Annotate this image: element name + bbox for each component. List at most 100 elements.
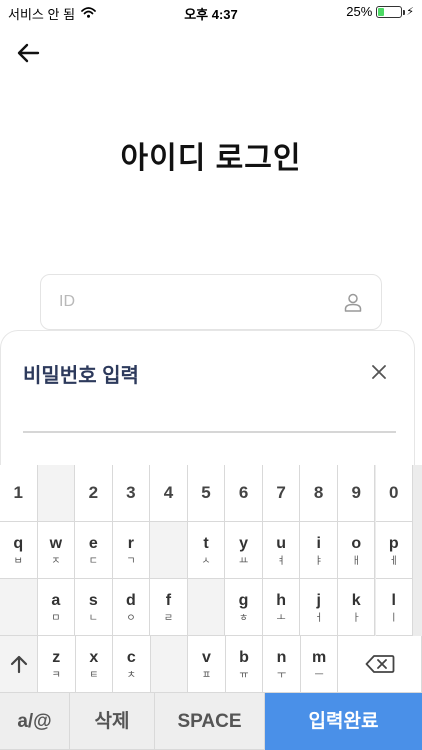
key-sublabel: ㅁ <box>51 613 61 624</box>
key-m[interactable]: mㅡ <box>300 636 339 693</box>
key-sublabel: ㅓ <box>314 613 324 624</box>
key-a[interactable]: aㅁ <box>37 579 76 636</box>
back-button[interactable] <box>14 38 44 68</box>
key-label: r <box>127 535 135 552</box>
key-x[interactable]: xㅌ <box>75 636 114 693</box>
key-z[interactable]: zㅋ <box>38 636 76 693</box>
delete-key[interactable]: 삭제 <box>70 693 155 750</box>
shift-key[interactable] <box>0 636 38 693</box>
key-sublabel: ㅎ <box>238 613 249 624</box>
password-sheet-title: 비밀번호 입력 <box>23 365 139 387</box>
key-sublabel: ㅜ <box>276 670 287 681</box>
key-label: e <box>88 535 98 552</box>
key-7[interactable]: 7 <box>262 465 301 522</box>
key-r[interactable]: rㄱ <box>112 522 151 579</box>
id-field[interactable] <box>40 274 382 330</box>
key-label: 4 <box>163 483 174 502</box>
key-v[interactable]: vㅍ <box>188 636 226 693</box>
key-q[interactable]: qㅂ <box>0 522 38 579</box>
password-input[interactable] <box>23 397 396 433</box>
key-y[interactable]: yㅛ <box>225 522 263 579</box>
key-label: s <box>88 592 98 609</box>
key-sublabel: ㄴ <box>88 613 98 624</box>
key-d[interactable]: dㅇ <box>112 579 151 636</box>
key-label: w <box>49 535 63 552</box>
battery-icon <box>376 5 406 18</box>
key-sublabel: ㅡ <box>314 670 324 681</box>
key-n[interactable]: nㅜ <box>263 636 301 693</box>
done-key[interactable]: 입력완료 <box>265 693 422 750</box>
key-1[interactable]: 1 <box>0 465 38 522</box>
key-l[interactable]: lㅣ <box>375 579 414 636</box>
key-sublabel: ㅂ <box>13 556 23 567</box>
key-6[interactable]: 6 <box>225 465 263 522</box>
key-g[interactable]: gㅎ <box>225 579 263 636</box>
key-empty <box>37 465 76 522</box>
key-sublabel: ㅋ <box>51 670 61 681</box>
close-icon <box>372 365 386 379</box>
key-0[interactable]: 0 <box>375 465 414 522</box>
battery-percent: 25% <box>346 4 373 19</box>
key-label: k <box>351 592 361 609</box>
key-e[interactable]: eㄷ <box>75 522 113 579</box>
key-empty <box>150 522 188 579</box>
key-label: m <box>312 649 327 666</box>
key-o[interactable]: oㅐ <box>337 522 376 579</box>
key-label: c <box>126 649 136 666</box>
key-sublabel: ㅑ <box>314 556 324 567</box>
close-button[interactable] <box>368 361 390 383</box>
key-h[interactable]: hㅗ <box>262 579 301 636</box>
key-p[interactable]: pㅔ <box>375 522 414 579</box>
user-icon <box>344 293 362 312</box>
password-sheet: 비밀번호 입력 <box>0 330 415 470</box>
key-label: 0 <box>389 483 399 502</box>
key-t[interactable]: tㅅ <box>187 522 226 579</box>
key-sublabel: ㄷ <box>88 556 98 567</box>
key-label: f <box>165 592 172 609</box>
key-sublabel: ㅠ <box>239 670 249 681</box>
key-sublabel: ㅈ <box>51 556 61 567</box>
key-sublabel: ㄹ <box>163 613 174 624</box>
key-empty <box>187 579 226 636</box>
key-w[interactable]: wㅈ <box>37 522 76 579</box>
backspace-key[interactable] <box>338 636 422 693</box>
key-5[interactable]: 5 <box>187 465 226 522</box>
space-key[interactable]: SPACE <box>155 693 265 750</box>
key-label: y <box>239 535 249 552</box>
key-label: d <box>126 592 136 609</box>
key-9[interactable]: 9 <box>337 465 376 522</box>
delete-label: 삭제 <box>94 711 130 732</box>
key-2[interactable]: 2 <box>75 465 113 522</box>
battery-fill <box>378 7 384 16</box>
key-j[interactable]: jㅓ <box>300 579 338 636</box>
key-label: 6 <box>238 483 249 502</box>
key-label: j <box>316 592 321 609</box>
key-c[interactable]: cㅊ <box>113 636 151 693</box>
key-b[interactable]: bㅠ <box>225 636 264 693</box>
key-4[interactable]: 4 <box>150 465 188 522</box>
key-s[interactable]: sㄴ <box>75 579 113 636</box>
key-label: g <box>238 592 249 609</box>
key-f[interactable]: fㄹ <box>150 579 188 636</box>
key-label: 9 <box>351 483 361 502</box>
key-8[interactable]: 8 <box>300 465 338 522</box>
arrow-up-icon <box>10 655 27 674</box>
key-sublabel: ㅅ <box>201 556 211 567</box>
id-input[interactable] <box>59 275 329 329</box>
key-sublabel: ㅕ <box>276 556 286 567</box>
key-label: z <box>52 649 61 666</box>
mode-switch-key[interactable]: a/@ <box>0 693 70 750</box>
keyboard: a/@ 삭제 SPACE 입력완료 1234567890qㅂwㅈeㄷrㄱtㅅyㅛ… <box>0 465 422 750</box>
status-right: 25% ⚡ <box>346 4 414 19</box>
key-label: x <box>89 649 99 666</box>
key-k[interactable]: kㅏ <box>337 579 376 636</box>
key-label: 2 <box>88 483 99 502</box>
key-i[interactable]: iㅑ <box>300 522 338 579</box>
key-label: a <box>51 592 61 609</box>
key-u[interactable]: uㅕ <box>262 522 301 579</box>
key-3[interactable]: 3 <box>112 465 151 522</box>
key-label: u <box>276 535 286 552</box>
mode-switch-label: a/@ <box>17 711 52 732</box>
space-label: SPACE <box>177 711 242 732</box>
key-sublabel: ㅏ <box>351 613 361 624</box>
